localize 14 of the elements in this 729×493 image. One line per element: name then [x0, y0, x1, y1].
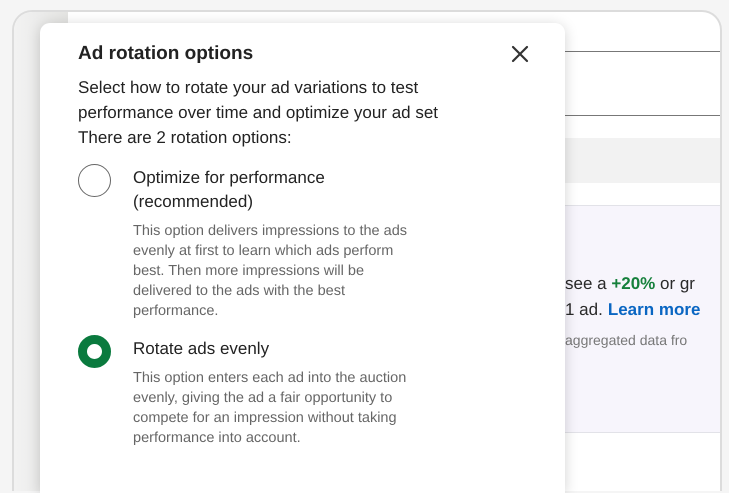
promo-text: see a +20% or gr	[565, 273, 696, 295]
dialog-description: Select how to rotate your ad variations to test performance over time and optimize your ad set There are 2 rotation options:	[78, 77, 440, 149]
note-text: aggregated data fro	[565, 332, 688, 348]
option-description: This option enters each ad into the auction evenly, giving the ad a fair opportunity to compete for an impression without taking performance into account.	[133, 369, 408, 448]
learn-more-link[interactable]: Learn more	[608, 298, 700, 322]
dialog-title: Ad rotation options	[78, 43, 254, 65]
radio-button[interactable]	[78, 164, 111, 197]
radio-button[interactable]	[78, 335, 111, 368]
close-icon	[511, 45, 529, 63]
option-label: Rotate ads evenly	[133, 338, 270, 360]
close-button[interactable]	[509, 43, 531, 65]
promo-text: 1 ad.	[565, 299, 603, 321]
option-label: Optimize for performance (recommended)	[133, 167, 326, 213]
option-description: This option delivers impressions to the ads evenly at first to learn which ads perform best. Then more impressions will be delivered to the ads with the best performance.	[133, 222, 408, 321]
